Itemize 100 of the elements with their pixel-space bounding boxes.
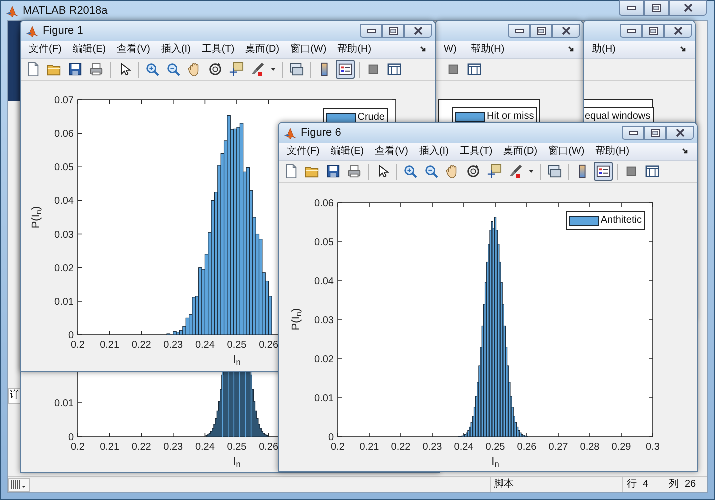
legend-icon [338,62,353,77]
maximize-button[interactable] [644,0,669,16]
tick-label: 0.27 [548,442,568,453]
dock-arrow-icon [568,46,575,53]
menu-item[interactable]: 工具(T) [460,144,493,159]
menu-item[interactable]: 窗口(W) [290,42,327,57]
menu-item[interactable]: 桌面(D) [246,42,280,57]
menu-item[interactable]: 窗口(W) [548,144,585,159]
menu-item[interactable]: 桌面(D) [504,144,538,159]
tick-label: 0.23 [164,442,184,453]
data-cursor-button[interactable] [227,60,246,79]
tick-label: 0.26 [517,442,537,453]
maximize-icon [648,27,658,35]
menu-item[interactable]: 工具(T) [202,42,235,57]
tick-label: 0.2 [331,442,345,453]
legend-icon [596,164,611,179]
tick-label: 0.25 [227,340,247,351]
dock-arrow-icon [420,46,427,53]
layout-button[interactable] [8,478,30,492]
close-icon [674,27,682,35]
dock-arrow-icon [682,148,689,155]
axis-label: I$_{n}$ [233,355,241,366]
floppy-icon [68,62,83,77]
minimize-button[interactable] [360,24,382,38]
tick-label: 0.01 [54,296,74,308]
data-cursor-icon [229,62,244,77]
menu-item[interactable]: 编辑(E) [72,42,106,57]
rotate-icon [208,62,223,77]
linked-plot-icon [289,62,304,77]
close-button[interactable] [404,24,432,38]
minimize-icon [514,28,524,34]
tick-label: 0.02 [54,263,74,274]
legend-button[interactable] [336,60,355,79]
tick-label: 0.24 [195,340,215,351]
tick-label: 0.21 [100,340,120,351]
peak-logo-icon [284,126,297,140]
tick-label: 0.04 [314,276,334,288]
tick-label: 0 [68,432,74,444]
tick-label: 0.24 [195,442,215,453]
maximize-button[interactable] [530,24,552,38]
minimize-button[interactable] [622,126,644,140]
tick-label: 0.06 [54,129,74,140]
menu-item[interactable]: 插入(I) [161,42,191,57]
menu-item[interactable]: 文件(F) [29,42,62,57]
menu-item[interactable]: 插入(I) [419,144,449,159]
legend-label: Anthitetic [600,214,642,228]
tick-label: 0.3 [646,442,660,453]
status-mode: 脚本 [490,477,623,492]
minimize-button[interactable] [619,0,644,16]
tick-label: 0.05 [54,162,74,174]
tick-label: 0.2 [71,442,85,453]
maximize-button[interactable] [382,24,404,38]
panel-layout-icon [467,62,482,77]
minimize-button[interactable] [620,24,642,38]
tick-label: 0.26 [259,340,279,351]
minimize-button[interactable] [508,24,530,38]
square-icon [446,62,461,77]
menu-item[interactable]: 查看(V) [117,42,150,57]
tick-label: 0.01 [54,398,74,410]
menu-item[interactable]: 助(H) [592,42,616,57]
status-value: 26 [685,478,698,492]
legend-button[interactable] [594,162,613,181]
panel-layout-icon [645,164,660,179]
linked-plot-icon [547,164,562,179]
tick-label: 0.21 [360,442,380,453]
maximize-icon [650,129,660,137]
floppy-icon [326,164,341,179]
zoom-in-icon [403,164,418,179]
tick-label: 0.07 [54,96,74,106]
tick-label: 0.03 [54,230,74,241]
brush-icon [250,62,265,77]
minimize-icon [626,28,636,34]
maximize-button[interactable] [644,126,666,140]
tick-label: 0.22 [132,340,152,351]
close-button[interactable] [664,24,692,38]
menu-item[interactable]: 查看(V) [375,144,408,159]
tick-label: 0.25 [486,442,506,453]
close-icon [414,27,422,35]
menu-item[interactable]: 帮助(H) [470,42,505,57]
close-button[interactable] [669,0,707,16]
close-icon [562,27,570,35]
brush-icon [508,164,523,179]
close-button[interactable] [552,24,580,38]
menu-item[interactable]: W) [444,42,457,57]
data-cursor-button[interactable] [485,162,504,181]
status-label: 列 [669,478,680,492]
printer-icon [89,62,104,77]
peak-logo-icon [26,24,39,38]
menu-item[interactable]: 帮助(H) [338,42,372,57]
tick-label: 0 [68,330,74,342]
maximize-button[interactable] [642,24,664,38]
tick-label: 0.05 [314,238,334,248]
close-button[interactable] [666,126,694,140]
menu-item[interactable]: 文件(F) [287,144,320,159]
menu-item[interactable]: 帮助(H) [596,144,630,159]
menu-item[interactable]: 编辑(E) [330,144,364,159]
tick-label: 0.22 [132,442,152,453]
tick-label: 0.01 [314,394,334,404]
tick-label: 0.23 [164,340,184,351]
close-icon [684,4,692,12]
